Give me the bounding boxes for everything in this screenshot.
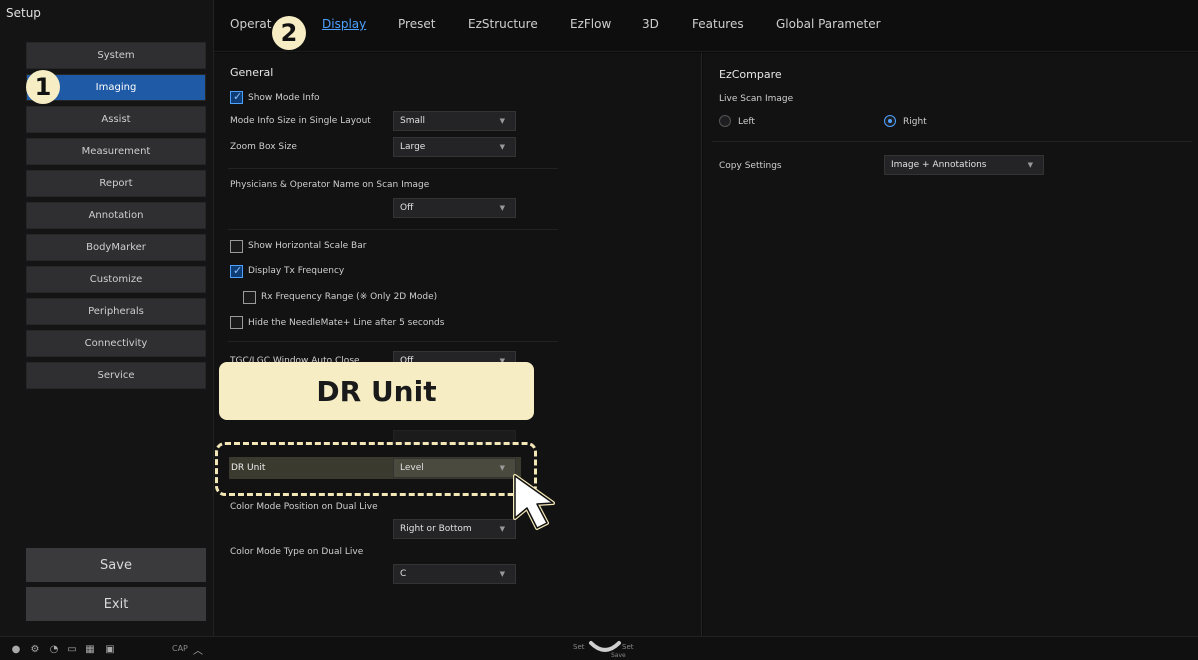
show-mode-info-checkbox[interactable]: ✓ — [230, 90, 243, 104]
divider — [228, 341, 558, 342]
tab-ezstructure[interactable]: EzStructure — [468, 17, 538, 31]
sidebar-item-annotation[interactable]: Annotation — [26, 202, 206, 229]
radio-right-label: Right — [903, 117, 927, 127]
rx-range-label: Rx Frequency Range (※ Only 2D Mode) — [261, 292, 438, 302]
copy-settings-label: Copy Settings — [719, 161, 782, 171]
color-position-value: Right or Bottom — [400, 524, 472, 534]
radio-left[interactable] — [719, 115, 731, 127]
sidebar-item-service[interactable]: Service — [26, 362, 206, 389]
copy-settings-value: Image + Annotations — [891, 160, 987, 170]
sidebar-item-report[interactable]: Report — [26, 170, 206, 197]
sidebar-item-measurement[interactable]: Measurement — [26, 138, 206, 165]
tab-preset[interactable]: Preset — [398, 17, 435, 31]
live-scan-label: Live Scan Image — [719, 94, 794, 104]
chevron-up-icon[interactable]: ︿ — [192, 643, 204, 657]
show-hscale-label: Show Horizontal Scale Bar — [248, 241, 367, 251]
cursor-arrow-icon — [513, 474, 555, 530]
physicians-name-label: Physicians & Operator Name on Scan Image — [230, 180, 430, 190]
sidebar-item-system[interactable]: System — [26, 42, 206, 69]
tab-3d[interactable]: 3D — [642, 17, 659, 31]
physicians-name-value: Off — [400, 203, 414, 213]
tab-bar: Operat Display Preset EzStructure EzFlow… — [214, 0, 1198, 52]
general-section-title: General — [230, 66, 274, 79]
disk-icon[interactable]: ▭ — [66, 643, 78, 655]
physicians-name-select[interactable]: Off ▼ — [393, 198, 516, 218]
radio-right[interactable] — [884, 115, 896, 127]
ezcompare-title: EzCompare — [719, 68, 782, 81]
printer-icon[interactable]: ▣ — [104, 643, 116, 655]
network-icon[interactable]: ⚙ — [29, 643, 41, 655]
chevron-down-icon: ▼ — [499, 117, 505, 125]
clock-icon[interactable]: ◔ — [48, 643, 60, 655]
rx-range-checkbox[interactable] — [243, 291, 256, 304]
dr-unit-banner: DR Unit — [219, 362, 534, 420]
exit-button[interactable]: Exit — [26, 587, 206, 621]
tab-display[interactable]: Display — [322, 17, 366, 31]
set-right-label: Set — [622, 643, 634, 651]
tab-ezflow[interactable]: EzFlow — [570, 17, 611, 31]
tab-global-parameter[interactable]: Global Parameter — [776, 17, 881, 31]
check-icon: ✓ — [233, 264, 243, 277]
user-icon[interactable]: ● — [10, 643, 22, 655]
sidebar-item-assist[interactable]: Assist — [26, 106, 206, 133]
sidebar-item-peripherals[interactable]: Peripherals — [26, 298, 206, 325]
show-mode-info-label: Show Mode Info — [248, 93, 320, 103]
chevron-down-icon: ▼ — [499, 143, 505, 151]
display-tx-label: Display Tx Frequency — [248, 266, 345, 276]
divider — [228, 168, 558, 169]
status-bar: ● ⚙ ◔ ▭ ▦ ▣ CAP ︿ Set Set Save — [0, 636, 1198, 660]
tab-features[interactable]: Features — [692, 17, 744, 31]
tab-operation[interactable]: Operat — [230, 17, 271, 31]
callout-1: 1 — [26, 70, 60, 104]
show-hscale-checkbox[interactable] — [230, 240, 243, 253]
chevron-down-icon: ▼ — [1027, 161, 1033, 169]
radio-left-label: Left — [738, 117, 755, 127]
zoom-box-size-label: Zoom Box Size — [230, 142, 297, 152]
color-type-label: Color Mode Type on Dual Live — [230, 547, 364, 557]
copy-settings-select[interactable]: Image + Annotations ▼ — [884, 155, 1044, 175]
sidebar-item-connectivity[interactable]: Connectivity — [26, 330, 206, 357]
dr-unit-highlight — [215, 442, 537, 496]
divider — [712, 141, 1192, 142]
set-left-label: Set — [573, 643, 585, 651]
mode-info-size-select[interactable]: Small ▼ — [393, 111, 516, 131]
cap-label: CAP — [172, 644, 188, 653]
color-position-label: Color Mode Position on Dual Live — [230, 502, 378, 512]
setup-title: Setup — [6, 6, 41, 20]
zoom-box-size-select[interactable]: Large ▼ — [393, 137, 516, 157]
display-tx-checkbox[interactable]: ✓ — [230, 264, 243, 278]
callout-2: 2 — [272, 16, 306, 50]
hide-needle-label: Hide the NeedleMate+ Line after 5 second… — [248, 318, 445, 328]
chevron-down-icon: ▼ — [499, 570, 505, 578]
hide-needle-checkbox[interactable] — [230, 316, 243, 329]
sidebar-item-bodymarker[interactable]: BodyMarker — [26, 234, 206, 261]
sidebar-item-customize[interactable]: Customize — [26, 266, 206, 293]
check-icon: ✓ — [233, 90, 243, 103]
chevron-down-icon: ▼ — [499, 204, 505, 212]
save-small-label: Save — [611, 652, 626, 659]
save-button[interactable]: Save — [26, 548, 206, 582]
adhr-icon[interactable]: ▦ — [84, 643, 96, 655]
divider — [228, 229, 558, 230]
mode-info-size-value: Small — [400, 116, 425, 126]
zoom-box-size-value: Large — [400, 142, 426, 152]
color-type-select[interactable]: C ▼ — [393, 564, 516, 584]
color-position-select[interactable]: Right or Bottom ▼ — [393, 519, 516, 539]
color-type-value: C — [400, 569, 407, 579]
mode-info-size-label: Mode Info Size in Single Layout — [230, 116, 371, 126]
